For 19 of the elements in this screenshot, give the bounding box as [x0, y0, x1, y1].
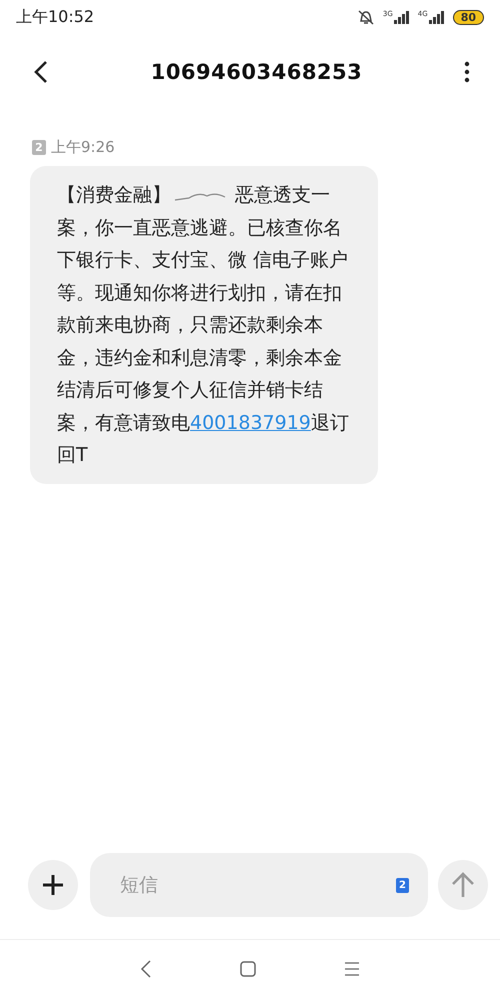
more-icon — [464, 61, 470, 83]
signal-icon — [428, 10, 445, 24]
bell-off-icon — [356, 9, 375, 25]
attach-button[interactable] — [28, 860, 78, 910]
plus-icon — [42, 874, 64, 896]
menu-icon — [344, 962, 360, 976]
status-time: 上午10:52 — [16, 6, 94, 28]
home-icon — [240, 961, 256, 977]
message-text: 【消费金融】 恶意透支一案，你一直恶意逃避。已核查你名下银行卡、支付宝、微 信电子账户等。现通知你将进行划扣，请在扣款前来电协商，只需还款剩余本金，违约金和利息清零，剩余本金结清后可修复个人征信并销卡结案，有意请致电4001837919退订回T — [57, 183, 350, 468]
arrow-up-icon — [451, 872, 475, 898]
sim-icon: 2 — [396, 878, 409, 893]
phone-link[interactable]: 4001837919 — [190, 412, 311, 434]
signal-icon — [394, 10, 410, 24]
back-icon — [140, 960, 152, 978]
back-icon — [33, 60, 49, 84]
message-time: 上午9:26 — [51, 138, 115, 157]
conversation-title: 10694603468253 — [150, 60, 362, 84]
battery-icon: 80 — [452, 10, 484, 24]
sim-icon: 2 — [32, 140, 46, 155]
